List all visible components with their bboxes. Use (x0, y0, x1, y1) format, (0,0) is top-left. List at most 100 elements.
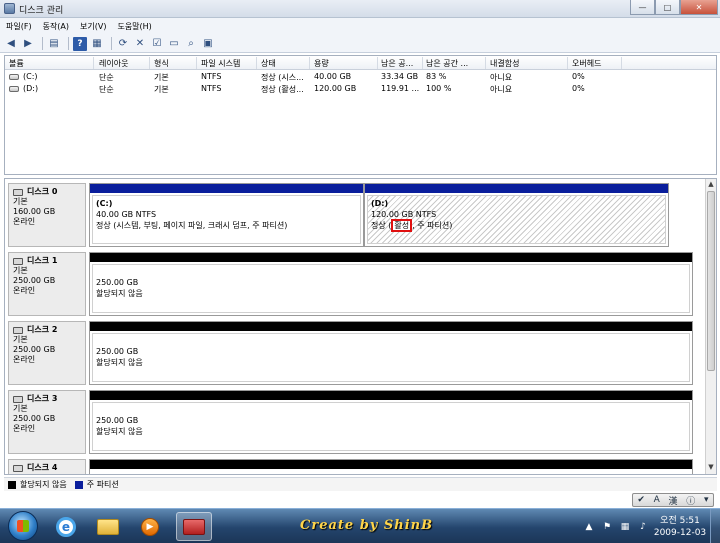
ime-hanja[interactable]: 漢 (669, 494, 678, 507)
unallocated-space[interactable]: 250.00 GB 할당되지 않음 (89, 252, 693, 316)
maximize-button[interactable]: □ (655, 0, 680, 15)
refresh-icon[interactable]: ⟳ (116, 37, 130, 51)
cell-fault-tolerance: 아니요 (490, 73, 513, 82)
partition-status: 할당되지 않음 (96, 289, 143, 298)
column-separator (567, 57, 568, 69)
forward-arrow-icon[interactable]: ▶ (21, 37, 35, 51)
disk-label[interactable]: 디스크 3 기본 250.00 GB 온라인 (8, 390, 86, 454)
column-separator (256, 57, 257, 69)
menu-action[interactable]: 동작(A) (43, 21, 69, 32)
ime-language-bar: ✔ A 漢 ⓘ ▾ (632, 493, 714, 507)
settings-icon[interactable]: ▣ (201, 37, 215, 51)
start-button[interactable] (8, 511, 38, 541)
view-icon[interactable]: ▦ (90, 37, 104, 51)
column-header-type[interactable]: 형식 (154, 58, 169, 69)
partition-status-post: , 주 파티션) (412, 221, 453, 230)
column-header-layout[interactable]: 레이아웃 (99, 58, 128, 69)
disk-name: 디스크 4 (27, 463, 58, 472)
delete-icon[interactable]: ✕ (133, 37, 147, 51)
back-arrow-icon[interactable]: ◀ (4, 37, 18, 51)
disk-icon (13, 257, 23, 265)
table-row[interactable]: (D:) 단순 기본 NTFS 정상 (활성... 120.00 GB 119.… (5, 83, 716, 95)
close-button[interactable]: ✕ (680, 0, 718, 15)
vertical-scrollbar[interactable]: ▲ ▼ (705, 179, 716, 474)
scroll-down-icon[interactable]: ▼ (706, 463, 716, 473)
partition-body: (C:) 40.00 GB NTFS 정상 (시스템, 부팅, 페이지 파일, … (92, 195, 361, 244)
help-icon[interactable]: ? (73, 36, 87, 51)
show-hide-tree-icon[interactable]: ▤ (47, 37, 61, 51)
cell-type: 기본 (154, 85, 169, 94)
action-center-flag-icon[interactable]: ⚑ (601, 521, 613, 533)
disk-state: 온라인 (13, 286, 36, 295)
column-header-free-space[interactable]: 남은 공... (381, 58, 413, 69)
disk-row-2: 디스크 2 기본 250.00 GB 온라인 250.00 GB 할당되지 않음 (8, 321, 705, 385)
column-header-overhead[interactable]: 오버헤드 (572, 58, 601, 69)
column-header-capacity[interactable]: 용량 (314, 58, 329, 69)
tray-arrow-icon[interactable]: ▲ (583, 521, 595, 533)
scrollbar-thumb[interactable] (707, 191, 715, 371)
media-player-icon: ▶ (141, 517, 159, 536)
column-header-volume[interactable]: 볼륨 (9, 58, 24, 69)
cell-capacity: 120.00 GB (314, 84, 357, 93)
active-status-highlight: 활성 (391, 219, 413, 232)
search-icon[interactable]: ⌕ (184, 37, 198, 51)
disk-icon (13, 395, 23, 403)
disk-state: 온라인 (13, 424, 36, 433)
partition-c[interactable]: (C:) 40.00 GB NTFS 정상 (시스템, 부팅, 페이지 파일, … (89, 183, 364, 247)
ime-mode[interactable]: A (654, 495, 660, 505)
menu-file[interactable]: 파일(F) (6, 21, 32, 32)
unallocated-space[interactable]: 250.00 GB 할당되지 않음 (89, 390, 693, 454)
menu-bar: 파일(F) 동작(A) 보기(V) 도움말(H) (0, 18, 720, 35)
partition-bar (365, 184, 668, 193)
table-row[interactable]: (C:) 단순 기본 NTFS 정상 (시스... 40.00 GB 33.34… (5, 71, 716, 83)
minimize-button[interactable]: — (630, 0, 655, 15)
cell-type: 기본 (154, 73, 169, 82)
cell-free-percent: 83 % (426, 72, 447, 81)
show-desktop-button[interactable] (710, 509, 720, 543)
clock-time: 오전 5:51 (660, 515, 700, 526)
disk-map-pane: 디스크 0 기본 160.00 GB 온라인 (C:) 40.00 GB NTF… (4, 178, 717, 475)
legend-label: 주 파티션 (86, 480, 119, 489)
taskbar-media-player[interactable]: ▶ (132, 512, 168, 541)
column-separator (196, 57, 197, 69)
menu-view[interactable]: 보기(V) (80, 21, 106, 32)
column-header-fault-tolerance[interactable]: 내결함성 (490, 58, 519, 69)
unallocated-space[interactable]: 250.00 GB 할당되지 않음 (89, 321, 693, 385)
column-header-free-percent[interactable]: 남은 공간 ... (426, 58, 468, 69)
ime-options-icon[interactable]: ▾ (704, 495, 709, 505)
ime-check-icon[interactable]: ✔ (637, 495, 645, 505)
taskbar-explorer[interactable] (90, 512, 126, 541)
partition-label: (C:) (96, 199, 113, 208)
cell-capacity: 40.00 GB (314, 72, 352, 81)
volume-icon[interactable]: ♪ (637, 521, 649, 533)
partition-d[interactable]: (D:) 120.00 GB NTFS 정상 (활성, 주 파티션) (364, 183, 669, 247)
disk-label[interactable]: 디스크 4 (8, 459, 86, 474)
toolbar-separator (111, 37, 112, 50)
watermark-text: Create by ShinB (300, 518, 434, 533)
clock[interactable]: 오전 5:51 2009-12-03 (652, 515, 708, 539)
taskbar-computer-management[interactable] (176, 512, 212, 541)
ime-help-icon[interactable]: ⓘ (686, 494, 695, 507)
disk-label[interactable]: 디스크 1 기본 250.00 GB 온라인 (8, 252, 86, 316)
menu-help[interactable]: 도움말(H) (117, 21, 151, 32)
taskbar: e ▶ Create by ShinB ▲ ⚑ ▦ ♪ 오전 5:51 2009… (0, 508, 720, 543)
scroll-up-icon[interactable]: ▲ (706, 180, 716, 190)
column-separator (621, 57, 622, 69)
taskbar-internet-explorer[interactable]: e (48, 512, 84, 541)
column-header-filesystem[interactable]: 파일 시스템 (201, 58, 240, 69)
open-folder-icon[interactable]: ▭ (167, 37, 181, 51)
disk-label[interactable]: 디스크 2 기본 250.00 GB 온라인 (8, 321, 86, 385)
cell-overhead: 0% (572, 72, 585, 81)
cell-filesystem: NTFS (201, 84, 222, 93)
title-bar: 디스크 관리 — □ ✕ (0, 0, 720, 18)
column-header-status[interactable]: 상태 (261, 58, 276, 69)
window-controls: — □ ✕ (630, 0, 718, 15)
clock-date: 2009-12-03 (653, 527, 707, 538)
properties-icon[interactable]: ☑ (150, 37, 164, 51)
computer-management-icon (183, 518, 205, 535)
column-separator (309, 57, 310, 69)
network-icon[interactable]: ▦ (619, 521, 631, 533)
internet-explorer-icon: e (56, 516, 76, 537)
disk-label[interactable]: 디스크 0 기본 160.00 GB 온라인 (8, 183, 86, 247)
unallocated-space[interactable] (89, 459, 693, 474)
